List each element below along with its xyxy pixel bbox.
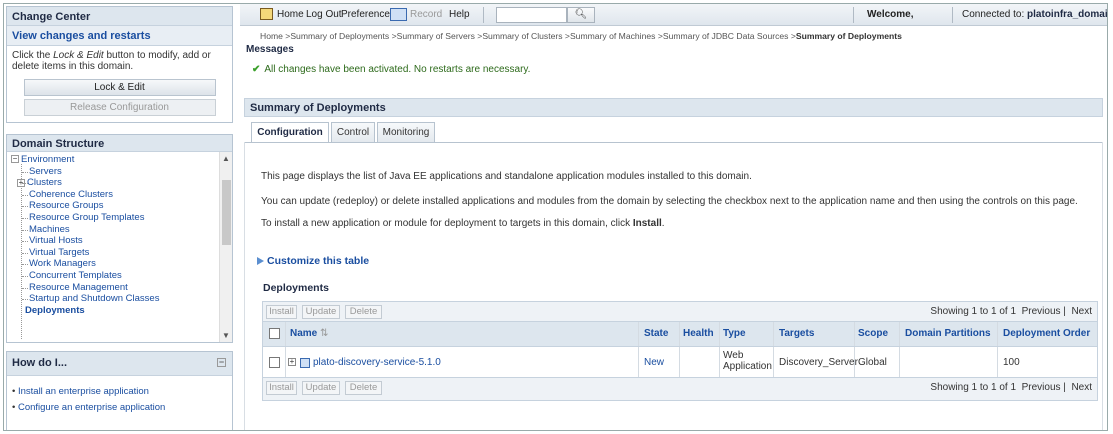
deployment-targets: Discovery_Server	[779, 357, 858, 368]
how-do-i-panel: How do I... − • Install an enterprise app…	[6, 351, 233, 430]
deployment-name-link[interactable]: plato-discovery-service-5.1.0	[313, 357, 441, 368]
delete-button-bottom[interactable]: Delete	[345, 381, 382, 395]
tree-root-environment[interactable]: − Environment	[9, 154, 232, 166]
top-toolbar: Home Log Out Preferences Record Help 🔍︎ …	[240, 4, 1108, 26]
scroll-thumb[interactable]	[222, 180, 231, 245]
tree-item-resource-group-templates[interactable]: Resource Group Templates	[9, 212, 232, 224]
domain-structure-panel: Domain Structure − Environment Servers + Cl…	[6, 134, 233, 343]
domain-structure-title: Domain Structure	[7, 135, 232, 152]
how-do-i-link[interactable]: • Install an enterprise application	[12, 384, 227, 400]
row-checkbox[interactable]	[269, 357, 280, 368]
search-icon: 🔍︎	[574, 9, 588, 20]
update-button[interactable]: Update	[302, 305, 340, 319]
tab-configuration[interactable]: Configuration	[251, 122, 329, 143]
deployment-order: 100	[1003, 357, 1020, 368]
welcome-text: Welcome,	[867, 9, 914, 20]
release-configuration-button[interactable]: Release Configuration	[23, 99, 216, 116]
collapse-icon[interactable]: −	[217, 358, 226, 367]
change-center-description: Click the Lock & Edit button to modify, …	[12, 50, 211, 72]
install-button-bottom[interactable]: Install	[266, 381, 297, 395]
main-area: Home Log Out Preferences Record Help 🔍︎ …	[240, 4, 1108, 430]
column-state[interactable]: State	[644, 328, 668, 339]
home-link[interactable]: Home	[277, 9, 304, 20]
tree-scrollbar[interactable]: ▲ ▼	[219, 152, 232, 342]
description-text-2: You can update (redeploy) or delete inst…	[261, 196, 1078, 207]
checkmark-icon: ✔	[252, 64, 261, 75]
pagination-top: Showing 1 to 1 of 1 Previous | Next	[930, 306, 1092, 317]
how-do-i-link[interactable]: • Configure an enterprise application	[12, 400, 227, 416]
sort-icon[interactable]: ⇅	[320, 328, 328, 339]
messages-heading: Messages	[246, 44, 294, 55]
deployment-scope: Global	[858, 357, 887, 368]
summary-title: Summary of Deployments	[244, 98, 1103, 117]
tree-item-virtual-hosts[interactable]: Virtual Hosts	[9, 235, 232, 247]
how-do-i-title: How do I... −	[7, 352, 232, 376]
column-health[interactable]: Health	[683, 328, 714, 339]
expand-row-icon[interactable]: +	[288, 358, 296, 366]
deployments-table: Install Update Delete Showing 1 to 1 of …	[262, 301, 1098, 401]
tree-item-deployments[interactable]: Deployments	[9, 305, 232, 317]
column-scope[interactable]: Scope	[858, 328, 888, 339]
deployment-state[interactable]: New	[644, 357, 664, 368]
next-link[interactable]: Next	[1071, 306, 1092, 317]
lock-edit-button[interactable]: Lock & Edit	[23, 79, 216, 96]
deployment-type: Web Application	[723, 350, 772, 372]
scroll-down-icon[interactable]: ▼	[222, 331, 230, 340]
tree-item-clusters[interactable]: + Clusters	[9, 177, 232, 189]
tree-item-machines[interactable]: Machines	[9, 224, 232, 236]
success-message: ✔ All changes have been activated. No res…	[252, 64, 531, 75]
table-toolbar-top: Install Update Delete Showing 1 to 1 of …	[263, 302, 1097, 322]
tree-item-startup-and-shutdown-classes[interactable]: Startup and Shutdown Classes	[9, 293, 232, 305]
deployments-heading: Deployments	[263, 282, 329, 294]
tree-item-concurrent-templates[interactable]: Concurrent Templates	[9, 270, 232, 282]
left-column: Change Center View changes and restarts …	[4, 4, 235, 430]
tab-monitoring[interactable]: Monitoring	[377, 122, 435, 143]
change-center-panel: Change Center View changes and restarts …	[6, 6, 233, 123]
tree-item-resource-management[interactable]: Resource Management	[9, 282, 232, 294]
table-row: + plato-discovery-service-5.1.0 New Web A…	[263, 347, 1097, 378]
description-text-1: This page displays the list of Java EE a…	[261, 171, 752, 182]
column-type[interactable]: Type	[723, 328, 746, 339]
scroll-up-icon[interactable]: ▲	[222, 154, 230, 163]
view-changes-link[interactable]: View changes and restarts	[7, 26, 232, 46]
column-deployment-order[interactable]: Deployment Order	[1003, 328, 1090, 339]
preferences-link[interactable]: Preferences	[341, 9, 395, 20]
breadcrumb[interactable]: Home >Summary of Deployments >Summary of…	[260, 31, 902, 41]
select-all-checkbox[interactable]	[269, 328, 280, 339]
table-toolbar-bottom: Install Update Delete Showing 1 to 1 of …	[263, 378, 1097, 400]
search-button[interactable]: 🔍︎	[567, 7, 595, 23]
change-center-title: Change Center	[7, 7, 232, 26]
delete-button[interactable]: Delete	[345, 305, 382, 319]
tree-item-resource-groups[interactable]: Resource Groups	[9, 200, 232, 212]
pagination-bottom: Showing 1 to 1 of 1 Previous | Next	[930, 382, 1092, 393]
help-link[interactable]: Help	[449, 9, 470, 20]
search-input[interactable]	[496, 7, 567, 23]
console-window: Change Center View changes and restarts …	[3, 3, 1108, 431]
column-targets[interactable]: Targets	[779, 328, 814, 339]
description-text-3: To install a new application or module f…	[261, 218, 665, 229]
tree-item-virtual-targets[interactable]: Virtual Targets	[9, 247, 232, 259]
domain-tree: − Environment Servers + Clusters Coherence C…	[7, 152, 232, 342]
tree-item-work-managers[interactable]: Work Managers	[9, 258, 232, 270]
collapse-icon[interactable]: −	[11, 155, 19, 164]
customize-table-link[interactable]: Customize this table	[257, 255, 369, 267]
logout-link[interactable]: Log Out	[306, 9, 342, 20]
connected-to-text: Connected to: platoinfra_domain	[962, 9, 1108, 20]
expand-triangle-icon	[257, 257, 264, 265]
tree-item-servers[interactable]: Servers	[9, 166, 232, 178]
column-name[interactable]: Name ⇅	[290, 328, 328, 339]
install-button[interactable]: Install	[266, 305, 297, 319]
previous-link[interactable]: Previous	[1022, 306, 1061, 317]
record-icon[interactable]	[390, 8, 407, 21]
application-icon	[300, 358, 310, 368]
tree-item-coherence-clusters[interactable]: Coherence Clusters	[9, 189, 232, 201]
column-domain-partitions[interactable]: Domain Partitions	[905, 328, 991, 339]
record-link[interactable]: Record	[410, 9, 442, 20]
previous-link[interactable]: Previous	[1022, 382, 1061, 393]
tab-control[interactable]: Control	[331, 122, 375, 143]
home-icon[interactable]	[260, 8, 273, 20]
next-link[interactable]: Next	[1071, 382, 1092, 393]
table-header: Name ⇅ State Health Type Targets Scope D…	[263, 322, 1097, 347]
update-button-bottom[interactable]: Update	[302, 381, 340, 395]
